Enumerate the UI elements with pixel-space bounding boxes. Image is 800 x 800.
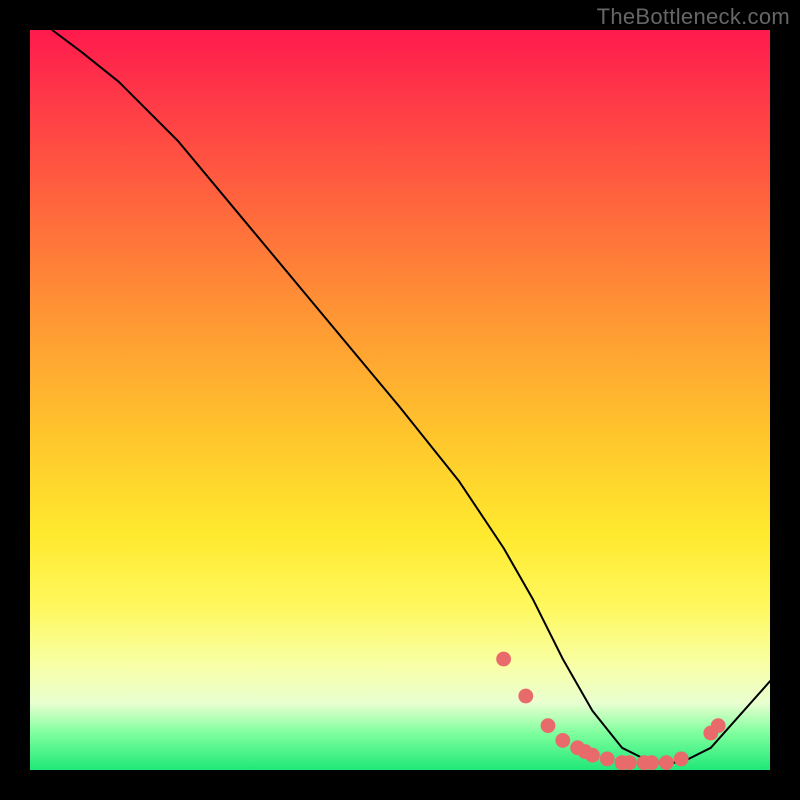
curve-marker	[541, 718, 556, 733]
chart-frame: TheBottleneck.com	[0, 0, 800, 800]
curve-marker	[496, 652, 511, 667]
curve-marker	[555, 733, 570, 748]
curve-markers	[496, 652, 725, 770]
curve-marker	[585, 748, 600, 763]
chart-svg	[30, 30, 770, 770]
curve-marker	[674, 752, 689, 767]
plot-area	[30, 30, 770, 770]
curve-marker	[644, 755, 659, 770]
curve-marker	[518, 689, 533, 704]
curve-marker	[600, 752, 615, 767]
watermark-text: TheBottleneck.com	[597, 4, 790, 30]
curve-marker	[711, 718, 726, 733]
bottleneck-curve	[52, 30, 770, 763]
curve-marker	[622, 755, 637, 770]
curve-marker	[659, 755, 674, 770]
